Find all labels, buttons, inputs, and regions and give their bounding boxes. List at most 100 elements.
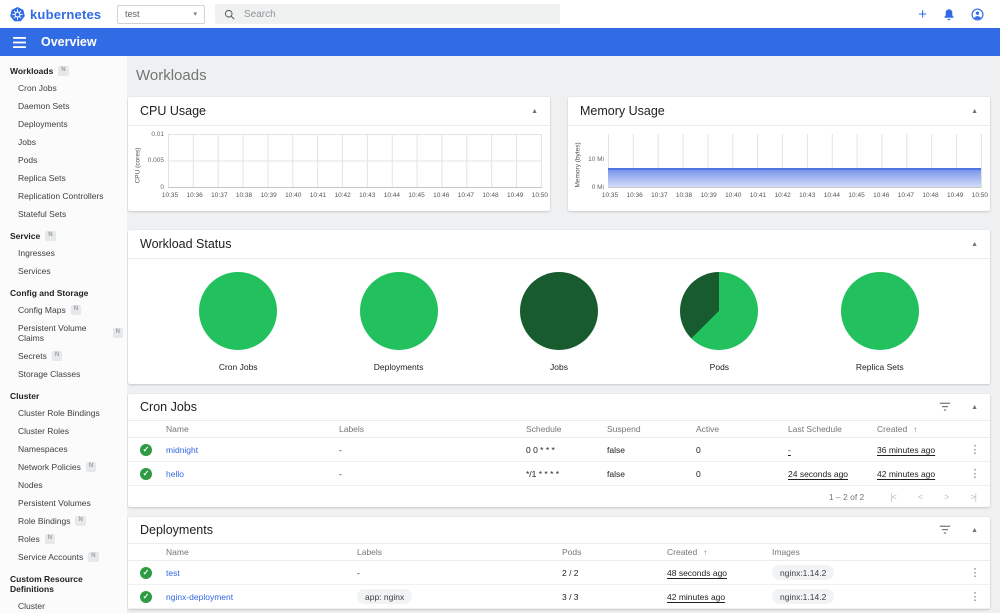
x-tick: 10:42	[774, 192, 791, 199]
cron-jobs-title: Cron Jobs	[140, 400, 197, 414]
sidebar-group-config-storage[interactable]: Config and Storage	[0, 280, 127, 301]
row-menu-kebab-icon[interactable]: ⋮	[960, 560, 990, 585]
sidebar-item-daemon-sets[interactable]: Daemon Sets	[0, 97, 127, 115]
sidebar-item-nodes[interactable]: Nodes	[0, 476, 127, 494]
memory-y-axis-label: Memory (bytes)	[574, 142, 582, 188]
namespace-selector[interactable]: test ▾	[117, 4, 205, 24]
sidebar-item-replication-controllers[interactable]: Replication Controllers	[0, 187, 127, 205]
deployment-row-test: ✓ test - 2 / 2 48 seconds ago nginx:1.14…	[128, 560, 990, 585]
col-name[interactable]: Name	[164, 543, 355, 561]
cell-labels: -	[337, 437, 524, 462]
namespaced-badge: N	[44, 534, 56, 544]
sidebar-item-namespaces[interactable]: Namespaces	[0, 440, 127, 458]
prev-page-button[interactable]: <	[918, 492, 923, 502]
col-suspend[interactable]: Suspend	[605, 420, 694, 438]
sidebar-item-deployments[interactable]: Deployments	[0, 115, 127, 133]
user-account-icon[interactable]	[971, 7, 984, 21]
sidebar-item-services[interactable]: Services	[0, 262, 127, 280]
sidebar-item-storage-classes[interactable]: Storage Classes	[0, 365, 127, 383]
col-name[interactable]: Name	[164, 420, 337, 438]
cell-schedule: */1 * * * *	[524, 461, 605, 486]
first-page-button[interactable]: |<	[890, 492, 897, 502]
x-tick: 10:47	[897, 192, 915, 199]
workload-status-card: Workload Status ▲ Cron Jobs Deployments …	[128, 230, 990, 384]
sidebar-item-ingresses[interactable]: Ingresses	[0, 244, 127, 262]
collapse-icon[interactable]: ▲	[971, 241, 978, 248]
memory-chart: Memory (bytes) 10 Mi 0 Mi 10:35 10:36 10:3…	[568, 126, 990, 201]
col-images[interactable]: Images	[770, 543, 960, 561]
x-tick: 10:47	[457, 192, 475, 199]
page-toolbar: Overview	[0, 28, 1000, 56]
search-input[interactable]	[244, 8, 524, 20]
row-menu-kebab-icon[interactable]: ⋮	[960, 461, 990, 486]
filter-icon[interactable]	[939, 525, 951, 535]
filter-icon[interactable]	[939, 402, 951, 412]
col-last-schedule[interactable]: Last Schedule	[786, 420, 875, 438]
memory-plot-area	[608, 134, 982, 188]
cell-suspend: false	[605, 437, 694, 462]
cell-active: 0	[694, 437, 786, 462]
memory-card-title: Memory Usage	[580, 104, 665, 118]
row-menu-kebab-icon[interactable]: ⋮	[960, 437, 990, 462]
sidebar-item-config-maps[interactable]: Config Maps N	[0, 301, 127, 319]
sidebar-group-cluster[interactable]: Cluster	[0, 383, 127, 404]
sidebar-item-cluster-role-bindings[interactable]: Cluster Role Bindings	[0, 404, 127, 422]
sidebar-group-workloads[interactable]: Workloads N	[0, 58, 127, 79]
group-label: Service	[10, 231, 41, 241]
collapse-icon[interactable]: ▲	[971, 108, 978, 115]
sidebar-item-network-policies[interactable]: Network Policies N	[0, 458, 127, 476]
sidebar-item-jobs[interactable]: Jobs	[0, 133, 127, 151]
sidebar-item-stateful-sets[interactable]: Stateful Sets	[0, 205, 127, 223]
cell-last-schedule: -	[786, 437, 875, 462]
x-tick: 10:37	[651, 192, 668, 199]
sidebar-group-service[interactable]: Service N	[0, 223, 127, 244]
kubernetes-helm-icon	[10, 6, 25, 21]
y-tick: 0	[160, 184, 164, 191]
col-created-sorted[interactable]: Created ↑	[665, 543, 770, 561]
collapse-icon[interactable]: ▲	[971, 404, 978, 411]
deployment-link[interactable]: test	[166, 568, 180, 578]
sidebar-item-role-bindings[interactable]: Role Bindings N	[0, 512, 127, 530]
collapse-icon[interactable]: ▲	[531, 108, 538, 115]
sidebar-item-cron-jobs[interactable]: Cron Jobs	[0, 79, 127, 97]
col-active[interactable]: Active	[694, 420, 786, 438]
deployment-link[interactable]: nginx-deployment	[166, 592, 233, 602]
sidebar-item-persistent-volume-claims[interactable]: Persistent Volume Claims N	[0, 319, 127, 347]
col-actions	[960, 543, 990, 561]
sidebar-group-custom-resource-definitions[interactable]: Custom Resource Definitions	[0, 566, 127, 597]
sidebar-item-secrets[interactable]: Secrets N	[0, 347, 127, 365]
col-labels[interactable]: Labels	[355, 543, 560, 561]
pie-label: Replica Sets	[855, 362, 904, 372]
kubernetes-logo[interactable]: kubernetes	[0, 6, 117, 22]
col-schedule[interactable]: Schedule	[524, 420, 605, 438]
item-label: Cluster	[18, 601, 45, 611]
row-menu-kebab-icon[interactable]: ⋮	[960, 584, 990, 609]
col-created-sorted[interactable]: Created ↑	[875, 420, 960, 438]
cell-suspend: false	[605, 461, 694, 486]
sidebar-item-cluster-roles[interactable]: Cluster Roles	[0, 422, 127, 440]
x-tick: 10:36	[186, 192, 203, 199]
sidebar-item-replica-sets[interactable]: Replica Sets	[0, 169, 127, 187]
cpu-x-ticks: 10:35 10:36 10:37 10:38 10:39 10:40 10:41 10:42…	[162, 192, 548, 199]
collapse-icon[interactable]: ▲	[971, 527, 978, 534]
sidebar-item-roles[interactable]: Roles N	[0, 530, 127, 548]
last-page-button[interactable]: >|	[970, 492, 977, 502]
cell-status: ✓	[128, 560, 164, 585]
x-tick: 10:35	[601, 192, 619, 199]
search-bar[interactable]	[215, 4, 560, 24]
status-ok-icon: ✓	[140, 590, 152, 603]
sidebar-item-crd-cluster[interactable]: Cluster	[0, 597, 127, 613]
sidebar-item-persistent-volumes[interactable]: Persistent Volumes	[0, 494, 127, 512]
col-labels[interactable]: Labels	[337, 420, 524, 438]
sidebar-item-pods[interactable]: Pods	[0, 151, 127, 169]
cron-job-link[interactable]: midnight	[166, 445, 198, 455]
next-page-button[interactable]: >	[944, 492, 949, 502]
col-pods[interactable]: Pods	[560, 543, 665, 561]
pie-chart	[840, 272, 919, 350]
notifications-bell-icon[interactable]	[943, 8, 955, 21]
create-resource-button[interactable]: +	[918, 7, 927, 22]
sidebar-item-service-accounts[interactable]: Service Accounts N	[0, 548, 127, 566]
cell-images: nginx:1.14.2	[770, 584, 960, 609]
cron-job-link[interactable]: hello	[166, 469, 184, 479]
menu-hamburger-icon[interactable]	[13, 36, 26, 48]
